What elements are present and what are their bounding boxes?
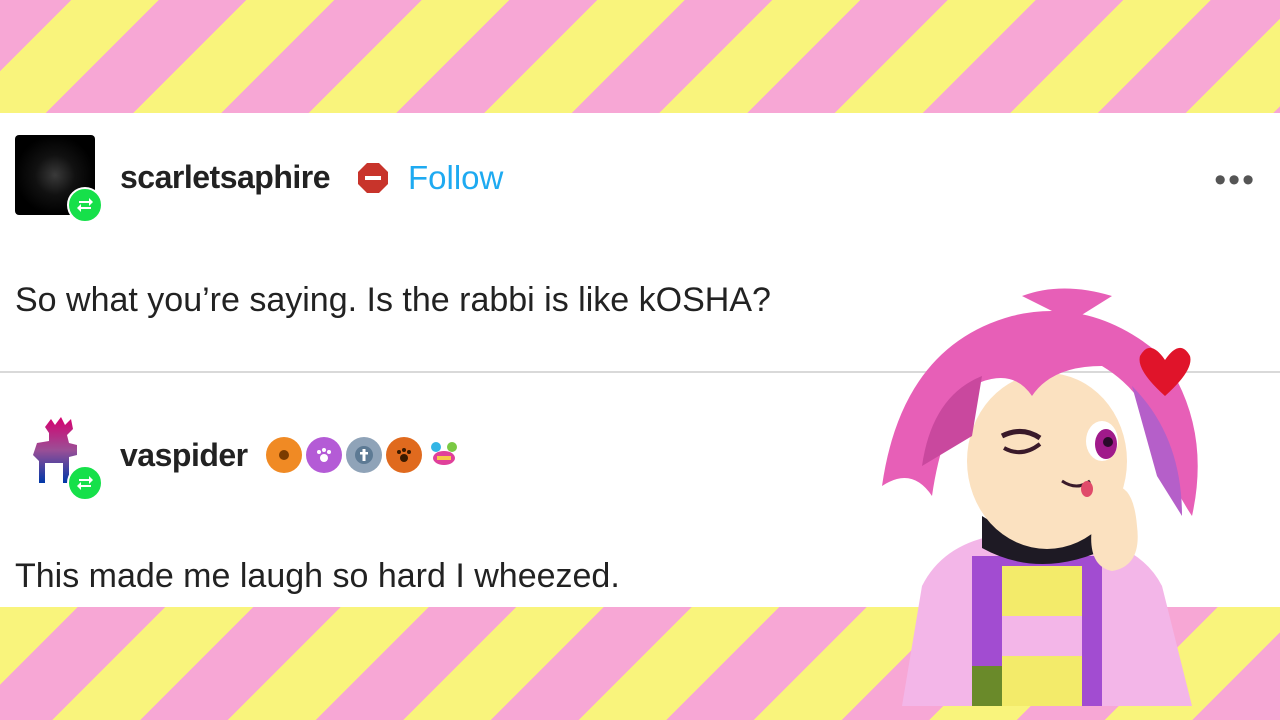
crab-badge-icon[interactable] [426,437,462,473]
post-text: So what you’re saying. Is the rabbi is l… [15,281,771,319]
username[interactable]: vaspider [120,437,248,474]
tumblr-badge-icon[interactable] [346,437,382,473]
reblog-icon [67,187,103,223]
avatar[interactable] [15,413,103,501]
reblog-icon [67,465,103,501]
more-options-icon[interactable]: ••• [1214,161,1256,200]
paw-purple-badge-icon[interactable] [306,437,342,473]
post-text: This made me laugh so hard I wheezed. [15,557,620,595]
avatar[interactable] [15,135,103,223]
follow-button[interactable]: Follow [408,159,503,197]
badge-row [266,437,462,473]
username[interactable]: scarletsaphire [120,159,331,196]
stop-sign-badge-icon[interactable] [356,161,390,200]
sun-badge-icon[interactable] [266,437,302,473]
mascot-character [882,288,1198,706]
paw-orange-badge-icon[interactable] [386,437,422,473]
